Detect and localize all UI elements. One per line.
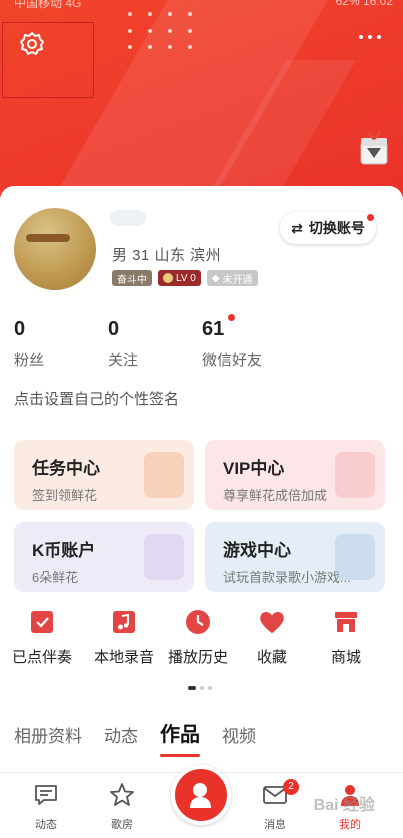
- tile-game-center[interactable]: 游戏中心 试玩首款录歌小游戏...: [205, 522, 385, 592]
- gamepad-icon: [335, 534, 375, 580]
- signature-prompt[interactable]: 点击设置自己的个性签名: [14, 388, 179, 409]
- quick-ordered-accompaniment[interactable]: 已点伴奏: [2, 608, 82, 667]
- user-badges: 奋斗中 LV 0 ◆ 未开通: [112, 270, 258, 286]
- checklist-icon: [28, 608, 56, 636]
- music-note-icon: [110, 608, 138, 636]
- status-carrier: 中国移动 4G: [14, 0, 82, 10]
- stat-following[interactable]: 0 关注: [108, 318, 138, 370]
- stat-fans[interactable]: 0 粉丝: [14, 318, 44, 370]
- coin-icon: [163, 273, 173, 283]
- watermark-logo: Bai 经验: [313, 797, 375, 814]
- sing-button-icon: [190, 783, 211, 808]
- nav-song-room[interactable]: 歌房: [94, 781, 150, 832]
- message-count-badge: 2: [283, 779, 299, 795]
- settings-highlight-box: [2, 22, 94, 98]
- calendar-icon: [144, 452, 184, 498]
- nav-feed[interactable]: 动态: [18, 781, 74, 832]
- gift-box-icon[interactable]: [357, 128, 391, 168]
- level-badge[interactable]: LV 0: [158, 270, 201, 286]
- more-dots-icon[interactable]: [359, 30, 385, 44]
- content-tabs: 相册资料 动态 作品 视频: [14, 718, 256, 757]
- page-indicator: [188, 686, 212, 690]
- tab-feed[interactable]: 动态: [104, 722, 138, 747]
- status-time: 62% 16:02: [335, 0, 393, 8]
- profile-header: 中国移动 4G 62% 16:02: [0, 0, 403, 205]
- quick-favorites[interactable]: 收藏: [232, 608, 312, 667]
- tab-works[interactable]: 作品: [160, 718, 200, 757]
- tile-k-coin-account[interactable]: K币账户 6朵鲜花: [14, 522, 194, 592]
- gear-icon[interactable]: [18, 30, 46, 58]
- profile-card: ⇄ 切换账号 男 31 山东 滨州 奋斗中 LV 0 ◆ 未开通 0 粉丝 0 …: [0, 186, 403, 786]
- decorative-dots: [128, 12, 208, 62]
- quick-play-history[interactable]: 播放历史: [158, 608, 238, 667]
- feed-icon: [35, 785, 57, 805]
- star-icon: [110, 783, 134, 806]
- tab-album-profile[interactable]: 相册资料: [14, 722, 82, 747]
- tile-vip-center[interactable]: VIP中心 尊享鲜花成倍加成: [205, 440, 385, 510]
- avatar[interactable]: [14, 208, 96, 290]
- switch-arrows-icon: ⇄: [291, 219, 303, 236]
- profile-stats: 0 粉丝 0 关注 61 微信好友: [14, 314, 394, 372]
- vip-badge[interactable]: ◆ 未开通: [206, 270, 258, 286]
- stat-wechat-friends[interactable]: 61 微信好友: [202, 314, 262, 370]
- heart-icon: [258, 608, 286, 636]
- vip-icon: [335, 452, 375, 498]
- clock-icon: [184, 608, 212, 636]
- coin-icon: [144, 534, 184, 580]
- switch-account-label: 切换账号: [308, 220, 365, 236]
- switch-account-button[interactable]: ⇄ 切换账号: [280, 212, 376, 244]
- user-meta: 男 31 山东 滨州: [112, 247, 222, 264]
- tile-task-center[interactable]: 任务中心 签到领鲜花: [14, 440, 194, 510]
- nav-messages[interactable]: 2 消息: [247, 779, 303, 832]
- notification-dot: [367, 214, 374, 221]
- sing-button[interactable]: [171, 765, 231, 825]
- notification-dot: [228, 314, 235, 321]
- bottom-nav: 动态 歌房 2 消息 我的 Bai 经验: [0, 765, 403, 838]
- username-hidden: [110, 210, 146, 226]
- diamond-icon: ◆: [211, 272, 220, 284]
- shop-icon: [332, 608, 360, 636]
- quick-shop[interactable]: 商城: [306, 608, 386, 667]
- tab-videos[interactable]: 视频: [222, 722, 256, 747]
- rank-badge[interactable]: 奋斗中: [112, 270, 152, 286]
- quick-local-recordings[interactable]: 本地录音: [84, 608, 164, 667]
